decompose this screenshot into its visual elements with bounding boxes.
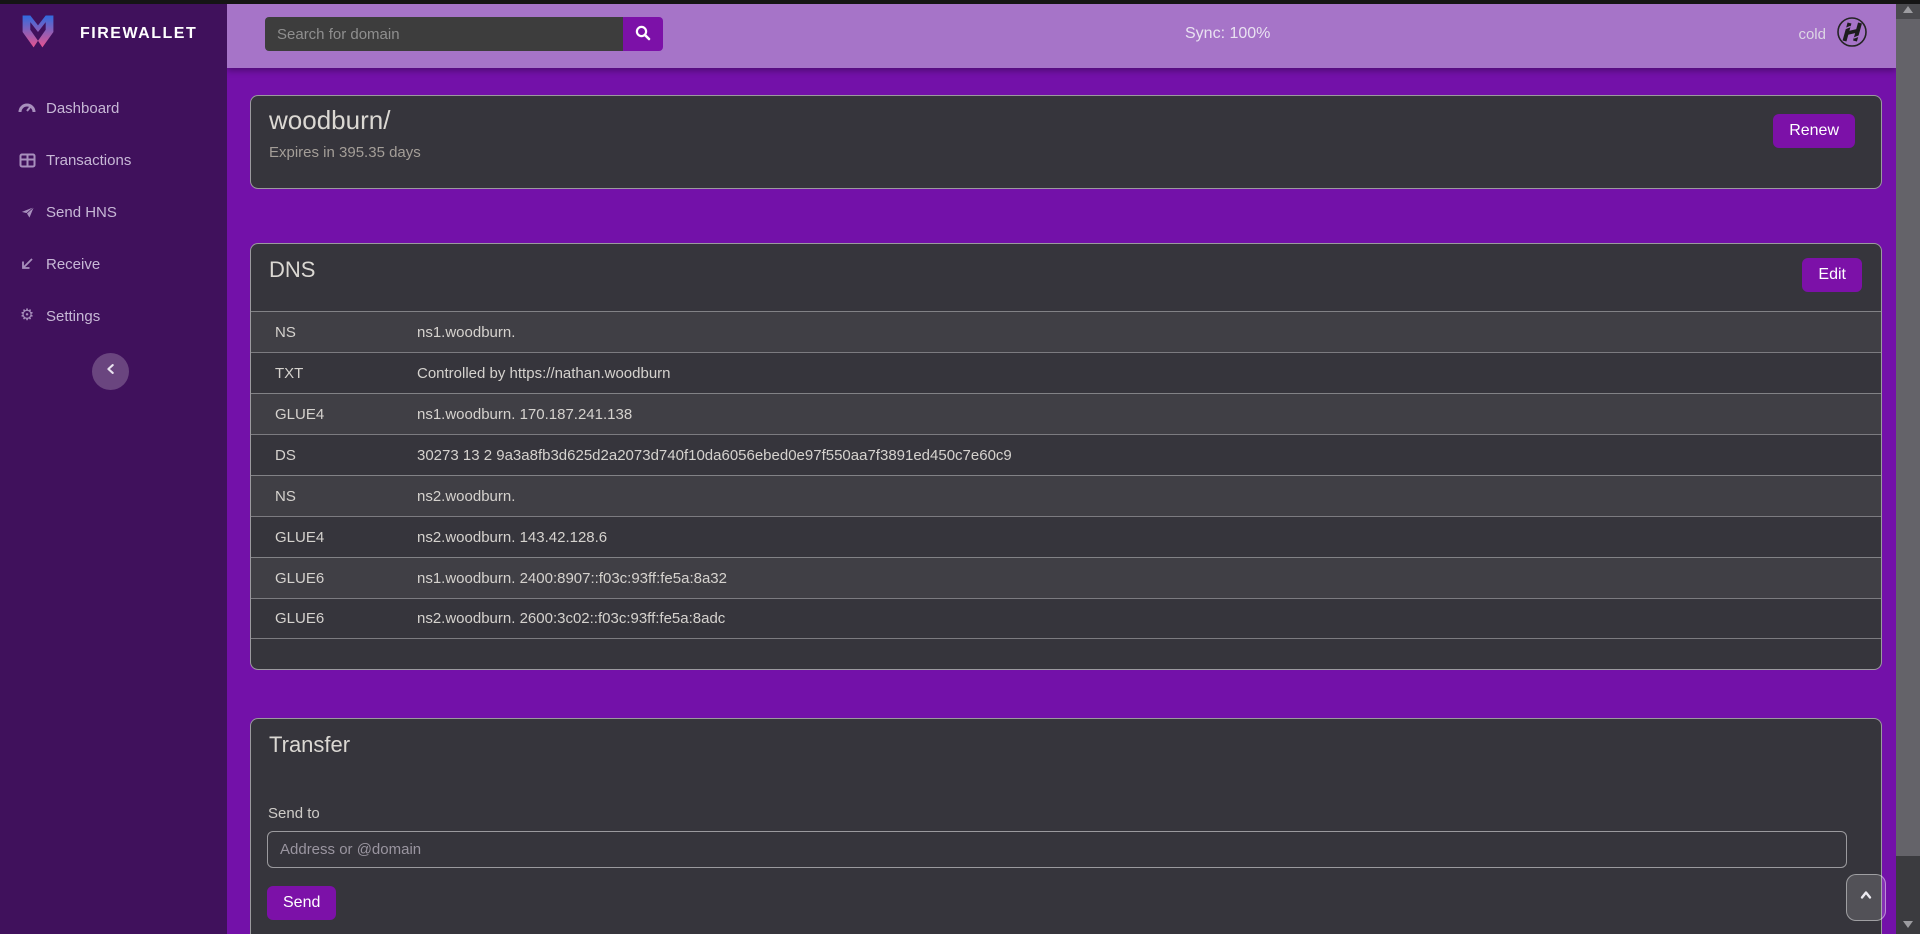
dns-record-value: ns1.woodburn. 2400:8907::f03c:93ff:fe5a:…: [417, 570, 1881, 587]
dns-record-value: 30273 13 2 9a3a8fb3d625d2a2073d740f10da6…: [417, 447, 1881, 464]
send-icon: [18, 203, 36, 221]
dns-record-row: NSns2.woodburn.: [251, 475, 1881, 516]
dns-record-value: ns1.woodburn. 170.187.241.138: [417, 406, 1881, 423]
search-input[interactable]: [265, 17, 623, 51]
firewallet-logo-icon: [16, 10, 60, 59]
dns-record-type: NS: [251, 324, 417, 341]
sidebar-item-label: Send HNS: [46, 204, 117, 221]
sidebar-collapse-button[interactable]: [92, 353, 129, 390]
sidebar-item-settings[interactable]: ⚙ Settings: [0, 290, 227, 342]
sidebar-item-label: Settings: [46, 308, 100, 325]
dashboard-icon: [18, 99, 36, 117]
search-icon: [634, 24, 652, 45]
dns-record-value: Controlled by https://nathan.woodburn: [417, 365, 1881, 382]
transfer-address-input[interactable]: [267, 831, 1847, 868]
handshake-logo-icon: [1836, 16, 1868, 53]
sidebar: FIREWALLET Dashboard: [0, 0, 227, 934]
dns-table: NSns1.woodburn.TXTControlled by https://…: [251, 311, 1881, 639]
domain-name-title: woodburn/: [269, 105, 390, 136]
dns-record-row: DS30273 13 2 9a3a8fb3d625d2a2073d740f10d…: [251, 434, 1881, 475]
dns-record-row: GLUE6ns1.woodburn. 2400:8907::f03c:93ff:…: [251, 557, 1881, 598]
transfer-card: Transfer Send to Send: [250, 718, 1882, 934]
dns-record-type: TXT: [251, 365, 417, 382]
sidebar-item-receive[interactable]: Receive: [0, 238, 227, 290]
sidebar-item-transactions[interactable]: Transactions: [0, 134, 227, 186]
dns-record-value: ns1.woodburn.: [417, 324, 1881, 341]
window-scrollbar: [1896, 0, 1920, 934]
dns-record-row: GLUE4ns2.woodburn. 143.42.128.6: [251, 516, 1881, 557]
dns-record-row: NSns1.woodburn.: [251, 311, 1881, 352]
scrollbar-thumb[interactable]: [1896, 19, 1920, 856]
wallet-menu-button[interactable]: cold: [1798, 0, 1868, 68]
main-content: woodburn/ Expires in 395.35 days Renew D…: [227, 68, 1896, 934]
send-transfer-button[interactable]: Send: [267, 886, 336, 920]
scrollbar-down-arrow-icon[interactable]: [1903, 921, 1913, 928]
search-button[interactable]: [623, 17, 663, 51]
dns-record-type: GLUE6: [251, 610, 417, 627]
receive-icon: [18, 255, 36, 273]
domain-expiry-text: Expires in 395.35 days: [269, 144, 421, 161]
window-top-edge: [0, 0, 1920, 4]
dns-record-value: ns2.woodburn. 143.42.128.6: [417, 529, 1881, 546]
domain-search: [265, 17, 663, 51]
dns-record-type: NS: [251, 488, 417, 505]
transactions-icon: [18, 151, 36, 169]
dns-record-value: ns2.woodburn. 2600:3c02::f03c:93ff:fe5a:…: [417, 610, 1881, 627]
sidebar-nav: Dashboard Transactions S: [0, 82, 227, 342]
transfer-card-title: Transfer: [269, 732, 350, 758]
dns-record-row: GLUE6ns2.woodburn. 2600:3c02::f03c:93ff:…: [251, 598, 1881, 639]
dns-card-title: DNS: [269, 257, 315, 283]
gear-icon: ⚙: [18, 307, 36, 325]
dns-record-row: TXTControlled by https://nathan.woodburn: [251, 352, 1881, 393]
sidebar-item-label: Transactions: [46, 152, 131, 169]
brand-title: FIREWALLET: [80, 25, 197, 43]
send-to-label: Send to: [268, 805, 320, 822]
dns-record-type: GLUE4: [251, 406, 417, 423]
sidebar-item-dashboard[interactable]: Dashboard: [0, 82, 227, 134]
chevron-up-icon: [1858, 887, 1874, 908]
sidebar-item-label: Receive: [46, 256, 100, 273]
dns-record-type: DS: [251, 447, 417, 464]
dns-record-row: GLUE4ns1.woodburn. 170.187.241.138: [251, 393, 1881, 434]
brand-link[interactable]: FIREWALLET: [0, 0, 227, 68]
wallet-name-label: cold: [1798, 26, 1826, 43]
dns-record-type: GLUE6: [251, 570, 417, 587]
dns-record-value: ns2.woodburn.: [417, 488, 1881, 505]
scroll-to-top-button[interactable]: [1846, 874, 1886, 921]
chevron-left-icon: [104, 362, 118, 381]
scrollbar-up-arrow-icon[interactable]: [1903, 6, 1913, 13]
dns-record-type: GLUE4: [251, 529, 417, 546]
app-window: FIREWALLET Dashboard: [0, 0, 1920, 934]
domain-summary-card: woodburn/ Expires in 395.35 days Renew: [250, 95, 1882, 189]
sidebar-item-send-hns[interactable]: Send HNS: [0, 186, 227, 238]
edit-dns-button[interactable]: Edit: [1802, 258, 1862, 292]
renew-button[interactable]: Renew: [1773, 114, 1855, 148]
sync-status: Sync: 100%: [1185, 0, 1270, 68]
sidebar-item-label: Dashboard: [46, 100, 119, 117]
top-header: Sync: 100% cold: [227, 0, 1896, 68]
dns-card: DNS Edit NSns1.woodburn.TXTControlled by…: [250, 243, 1882, 670]
